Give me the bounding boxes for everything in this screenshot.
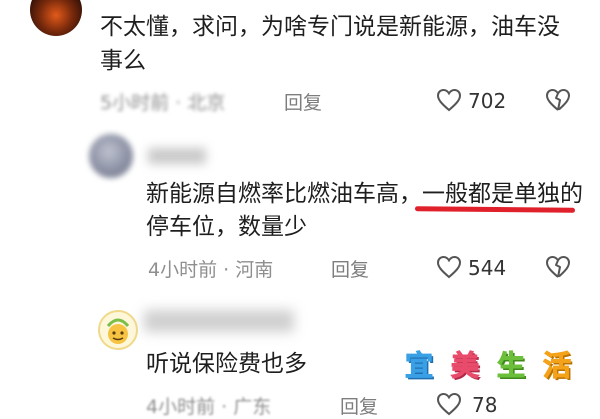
commenter-avatar[interactable] (30, 0, 82, 36)
cartoon-face-icon (106, 318, 130, 344)
reply-button[interactable]: 回复 (340, 392, 378, 419)
comment-text: 不太懂，求问，为啥专门说是新能源，油车没事么 (100, 14, 560, 74)
blurred-username (148, 148, 206, 164)
comment-meta: 5小时前 · 北京 (100, 92, 226, 114)
reply-text-part1: 新能源自燃率比燃油车高 (146, 181, 399, 207)
like-count: 544 (468, 256, 507, 280)
blurred-username (144, 310, 294, 332)
like-heart-icon[interactable] (436, 255, 462, 279)
watermark-char: 美 (444, 343, 486, 385)
like-heart-icon[interactable] (436, 88, 462, 112)
reply-button[interactable]: 回复 (331, 255, 369, 282)
reply-commenter-avatar[interactable] (89, 134, 133, 178)
watermark-logo: 宜 美 生 活 (398, 343, 578, 385)
reply-comment-meta: 4小时前 · 河南 (148, 259, 274, 281)
comment-text: 听说保险费也多 (146, 351, 307, 377)
like-count: 78 (472, 393, 498, 417)
watermark-char: 宜 (398, 343, 440, 385)
commenter-avatar[interactable] (98, 310, 138, 350)
reply-button[interactable]: 回复 (284, 88, 322, 115)
dislike-broken-heart-icon[interactable] (545, 88, 571, 112)
dislike-broken-heart-icon[interactable] (545, 255, 571, 279)
like-count: 702 (468, 89, 507, 113)
comment-meta: 4小时前 · 广东 (146, 396, 272, 418)
watermark-char: 生 (490, 343, 532, 385)
watermark-char: 活 (536, 343, 578, 385)
like-heart-icon[interactable] (436, 392, 462, 416)
